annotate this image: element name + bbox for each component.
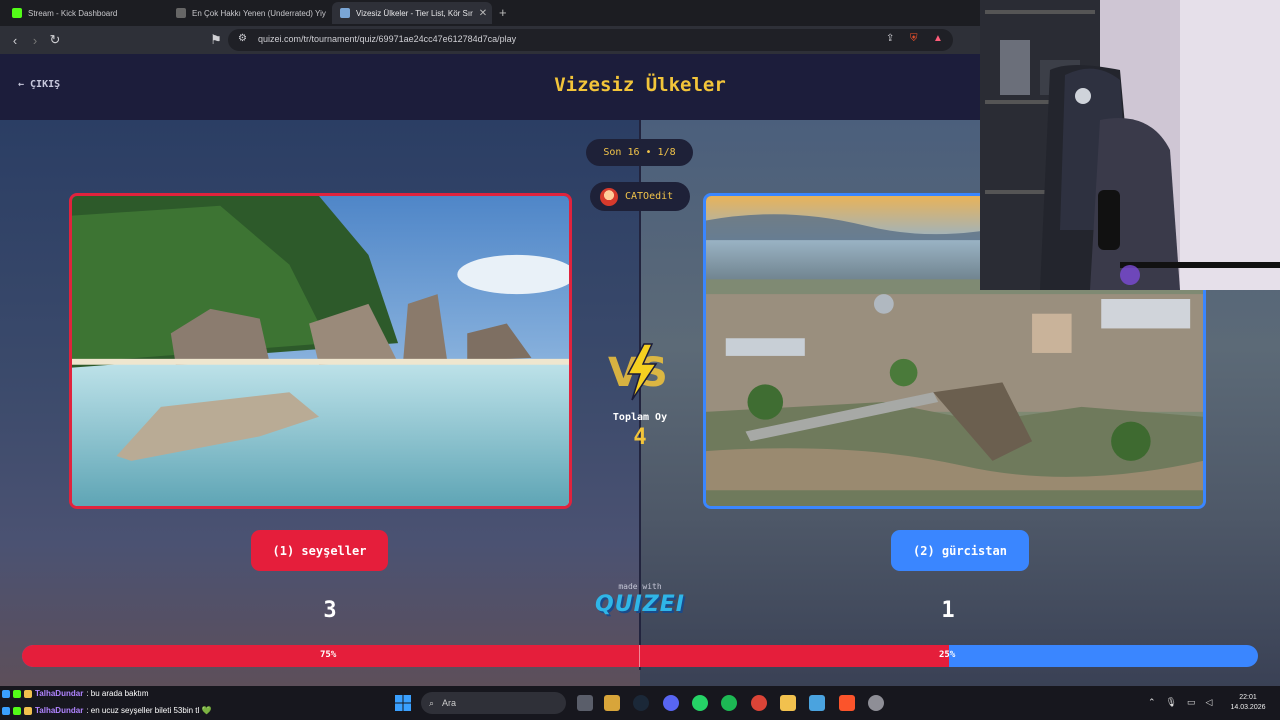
quizei-logo[interactable]: QUIZEI (590, 592, 690, 617)
obs-icon[interactable] (868, 695, 884, 711)
chat-text: : en ucuz seyşeller bileti 53bin tl 💚 (86, 706, 212, 715)
chat-text: : bu arada baktım (86, 689, 149, 698)
share-icon[interactable]: ⇪ (886, 33, 894, 44)
page-favicon-icon (176, 8, 186, 18)
progress-midpoint (639, 645, 640, 667)
windows-start-icon[interactable] (395, 695, 411, 711)
store-icon[interactable] (604, 695, 620, 711)
badge-icon (24, 706, 32, 715)
badge-icon (13, 689, 21, 698)
chrome-icon[interactable] (751, 695, 767, 711)
chat-username: TalhaDundar (35, 706, 84, 715)
choose-left-button[interactable]: (1) seyşeller (251, 530, 388, 571)
versus-icon: VS (608, 343, 668, 401)
reload-icon[interactable]: ↻ (46, 31, 64, 49)
webcam-overlay (980, 0, 1280, 290)
round-indicator: Son 16 • 1/8 (586, 139, 693, 166)
clock-time: 22:01 (1239, 694, 1257, 701)
tab-underrated[interactable]: En Çok Hakkı Yenen (Underrated) Yiy (168, 2, 326, 24)
stream-chat-overlay: TalhaDundar : bu arada baktım TalhaDunda… (0, 686, 380, 720)
app-icon[interactable] (809, 695, 825, 711)
kick-favicon-icon (12, 8, 22, 18)
brave-icon[interactable] (839, 695, 855, 711)
brave-shield-icon[interactable]: ⛨ (910, 33, 918, 44)
taskbar-search[interactable]: ⌕ Ara (421, 692, 566, 714)
made-with-label: made with (618, 582, 662, 591)
discord-icon[interactable] (663, 695, 679, 711)
forward-icon[interactable]: › (26, 31, 44, 49)
left-progress-fill (22, 645, 949, 667)
total-votes-value: 4 (633, 425, 647, 450)
bookmark-icon[interactable]: ⚑ (207, 31, 225, 49)
search-placeholder: Ara (442, 698, 457, 708)
tab-title: Vizesiz Ülkeler - Tier List, Kör Sır (356, 8, 473, 18)
badge-icon (13, 706, 21, 715)
close-tab-icon[interactable]: ✕ (479, 8, 487, 19)
tab-vizesiz-ulkeler[interactable]: Vizesiz Ülkeler - Tier List, Kör Sır ✕ (332, 2, 492, 24)
tab-title: Stream - Kick Dashboard (28, 8, 118, 18)
chat-username: TalhaDundar (35, 689, 84, 698)
new-tab-icon[interactable]: + (499, 5, 507, 20)
total-votes-label: Toplam Oy (612, 412, 668, 423)
brave-rewards-icon[interactable]: ▲ (933, 33, 943, 44)
steam-icon[interactable] (633, 695, 649, 711)
clock-date: 14.03.2026 (1230, 704, 1266, 711)
badge-icon (24, 689, 32, 698)
task-view-icon[interactable] (577, 695, 593, 711)
seychelles-image (72, 196, 569, 506)
system-tray: ⌃ 🎙 ▭ ◁ (1148, 697, 1212, 708)
url-text[interactable]: quizei.com/tr/tournament/quiz/69971ae24c… (258, 34, 516, 44)
chevron-up-icon[interactable]: ⌃ (1148, 697, 1156, 708)
vote-progress-bar: 75% 25% (22, 645, 1258, 667)
spotify-icon[interactable] (721, 695, 737, 711)
option-card-left[interactable] (69, 193, 572, 509)
creator-name: CATOedit (625, 191, 674, 202)
page-favicon-icon (340, 8, 350, 18)
webcam-feed (980, 0, 1280, 290)
right-percent: 25% (939, 650, 956, 660)
network-icon[interactable]: ▭ (1187, 697, 1196, 708)
tab-title: En Çok Hakkı Yenen (Underrated) Yiy (192, 8, 326, 18)
address-bar[interactable]: ⚙ quizei.com/tr/tournament/quiz/69971ae2… (228, 29, 953, 51)
right-vote-count: 1 (941, 598, 955, 623)
creator-badge[interactable]: CATOedit (590, 182, 690, 211)
search-icon: ⌕ (429, 697, 435, 708)
taskbar-clock[interactable]: 22:01 14.03.2026 (1226, 693, 1270, 713)
left-vote-count: 3 (323, 598, 337, 623)
volume-icon[interactable]: ◁ (1206, 697, 1213, 708)
badge-icon (2, 689, 10, 698)
tab-kick-dashboard[interactable]: Stream - Kick Dashboard (4, 2, 164, 24)
whatsapp-icon[interactable] (692, 695, 708, 711)
chat-message: TalhaDundar : bu arada baktım (2, 686, 149, 701)
chat-message: TalhaDundar : en ucuz seyşeller bileti 5… (2, 703, 211, 718)
site-info-icon[interactable]: ⚙ (238, 33, 247, 44)
left-percent: 75% (320, 650, 337, 660)
file-explorer-icon[interactable] (780, 695, 796, 711)
back-icon[interactable]: ‹ (6, 31, 24, 49)
microphone-icon[interactable]: 🎙 (1166, 697, 1177, 708)
avatar (600, 187, 618, 206)
choose-right-button[interactable]: (2) gürcistan (891, 530, 1029, 571)
badge-icon (2, 706, 10, 715)
